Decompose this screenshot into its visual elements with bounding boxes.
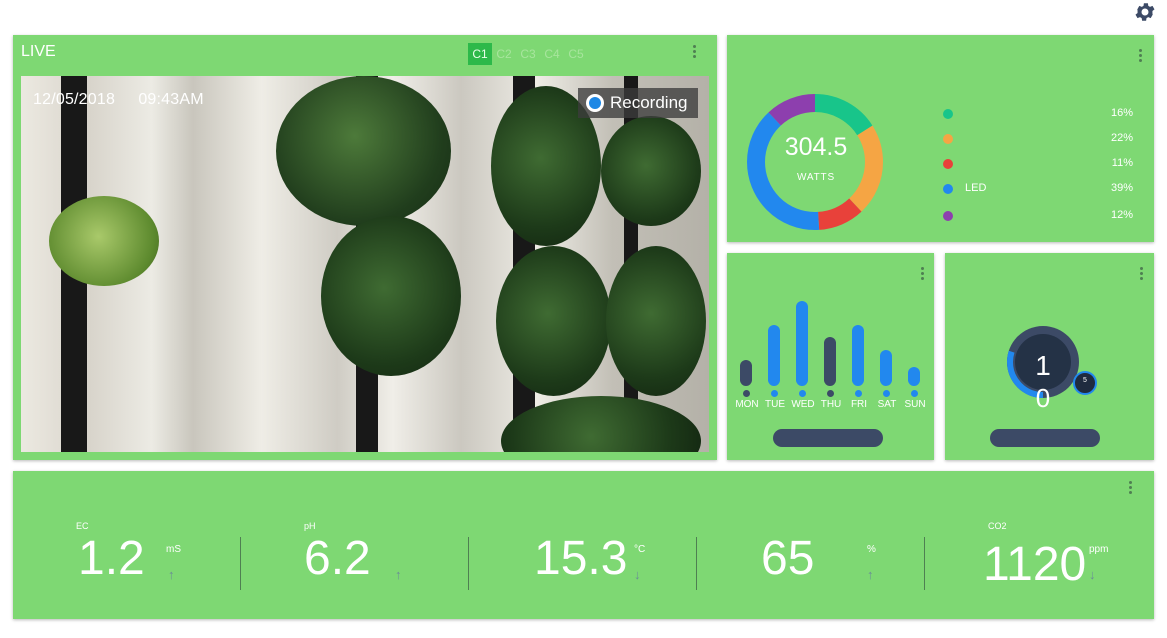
sensor-unit: mS [166, 544, 181, 555]
legend-percent: 16% [1110, 107, 1133, 119]
legend-item: 12% [943, 209, 1133, 223]
lettuce-plant [606, 246, 706, 396]
lettuce-plant [321, 216, 461, 376]
arrow-up-icon: ↑ [867, 567, 874, 582]
record-icon [586, 94, 604, 112]
sensor-value: 1.2 [78, 532, 145, 585]
day-label: WED [791, 399, 815, 410]
tab-camera-c1[interactable]: C1 [468, 43, 492, 65]
power-panel: 304.5 WATTS 16% 22% 11% LED 39% 12% [727, 35, 1154, 242]
gauge-badge: 5 [1083, 377, 1087, 384]
sensor-unit: °C [634, 544, 646, 555]
tab-camera-c3[interactable]: C3 [516, 43, 540, 65]
legend-item: 16% [943, 107, 1133, 121]
bar-wed [796, 301, 808, 386]
power-value: 304.5 [784, 133, 848, 161]
bar-sat [880, 350, 892, 386]
bar-dot-thu [827, 390, 834, 397]
bar-dot-sun [911, 390, 918, 397]
gauge-value-line1: 1 [1035, 350, 1051, 381]
sensor-value: 1120 [983, 538, 1087, 591]
sensor-value: 15.3 [534, 532, 628, 585]
bar-sun [908, 367, 920, 386]
legend-item: LED 39% [943, 182, 1133, 196]
day-label: FRI [850, 399, 868, 410]
tab-camera-c4[interactable]: C4 [540, 43, 564, 65]
sensor-divider [468, 537, 469, 590]
arrow-down-icon: ↓ [1089, 567, 1096, 582]
day-label: SUN [904, 399, 926, 410]
legend-dot-icon [943, 211, 953, 221]
sensor-label: pH [304, 521, 316, 531]
camera-date: 12/05/2018 [33, 91, 116, 108]
legend-percent: 12% [1110, 209, 1133, 221]
tab-camera-c2[interactable]: C2 [492, 43, 516, 65]
lettuce-plant [49, 196, 159, 286]
bar-dot-wed [799, 390, 806, 397]
recording-button[interactable]: Recording [578, 88, 698, 118]
bar-tue [768, 325, 780, 386]
weekly-action-pill[interactable] [773, 429, 883, 447]
day-label: SAT [877, 399, 897, 410]
bar-dot-mon [743, 390, 750, 397]
arrow-up-icon: ↑ [395, 567, 402, 582]
bar-dot-tue [771, 390, 778, 397]
sensor-divider [924, 537, 925, 590]
power-unit: WATTS [797, 172, 835, 183]
camera-tabs: C1 C2 C3 C4 C5 [468, 43, 588, 65]
gauge-panel: 1 0 5 [945, 253, 1154, 460]
sensor-label: EC [76, 521, 89, 531]
legend-label: LED [965, 182, 987, 194]
bar-fri [852, 325, 864, 386]
legend-dot-icon [943, 134, 953, 144]
legend-dot-icon [943, 159, 953, 169]
legend-item: 22% [943, 132, 1133, 146]
sensor-unit: ppm [1089, 544, 1109, 555]
legend-item: 11% [943, 157, 1133, 171]
kebab-menu-icon[interactable] [693, 45, 697, 58]
bar-mon [740, 360, 752, 386]
gauge-action-pill[interactable] [990, 429, 1100, 447]
weekly-usage-panel: MON TUE WED THU FRI SAT SUN [727, 253, 934, 460]
arrow-down-icon: ↓ [634, 567, 641, 582]
recording-label: Recording [610, 93, 688, 112]
camera-timestamp: 12/05/2018 09:43AM [33, 91, 204, 109]
live-camera-panel: LIVE C1 C2 C3 C4 C5 12/05/2018 09:43AM Recor… [13, 35, 717, 460]
sensor-divider [240, 537, 241, 590]
sensor-readings-panel: EC 1.2 mS ↑ pH 6.2 ↑ 15.3 °C ↓ 65% ↑ CO2 1120 ppm ↓ [13, 471, 1154, 619]
bar-thu [824, 337, 836, 386]
tab-camera-c5[interactable]: C5 [564, 43, 588, 65]
legend-dot-icon [943, 184, 953, 194]
kebab-menu-icon[interactable] [1139, 49, 1143, 62]
bar-dot-sat [883, 390, 890, 397]
day-label: MON [735, 399, 759, 410]
power-donut-chart [747, 94, 883, 230]
sensor-value: 65 [761, 532, 815, 585]
camera-time: 09:43AM [138, 91, 204, 108]
legend-dot-icon [943, 109, 953, 119]
live-title: LIVE [21, 43, 56, 60]
lettuce-plant [496, 246, 611, 396]
gauge-value-line2: 0 [1035, 383, 1051, 413]
day-label: TUE [765, 399, 785, 410]
gear-icon[interactable] [1133, 0, 1157, 24]
kebab-menu-icon[interactable] [1129, 481, 1133, 494]
lettuce-plant [601, 116, 701, 226]
day-label: THU [820, 399, 842, 410]
sensor-value: 6.2 [304, 532, 371, 585]
legend-percent: 22% [1110, 132, 1133, 144]
sensor-divider [696, 537, 697, 590]
bar-dot-fri [855, 390, 862, 397]
legend-percent: 39% [1110, 182, 1133, 194]
legend-percent: 11% [1111, 157, 1133, 169]
arrow-up-icon: ↑ [168, 567, 175, 582]
kebab-menu-icon[interactable] [1140, 267, 1144, 280]
camera-feed[interactable]: 12/05/2018 09:43AM Recording [21, 76, 709, 452]
lettuce-plant [276, 76, 451, 226]
sensor-label: CO2 [988, 521, 1007, 531]
sensor-unit: % [867, 544, 876, 555]
